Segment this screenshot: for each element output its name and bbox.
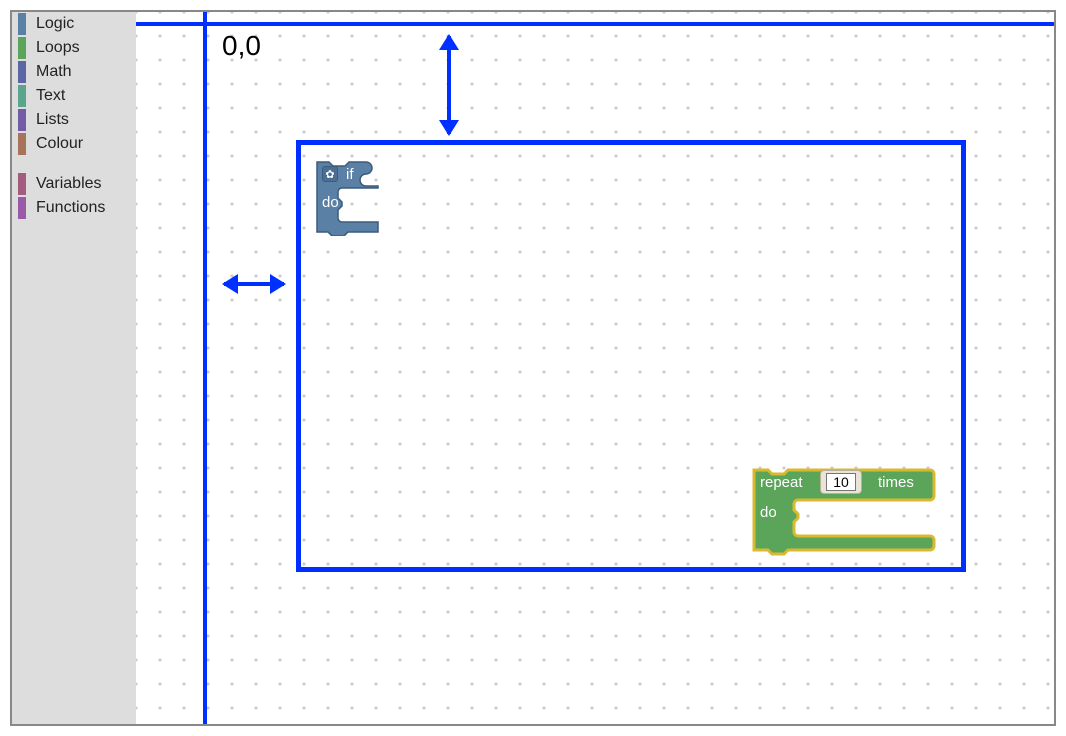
block-repeat-number-shadow [820, 470, 862, 494]
toolbox-label: Colour [36, 135, 83, 153]
origin-label: 0,0 [222, 30, 261, 62]
toolbox-item-logic[interactable]: Logic [12, 12, 136, 36]
block-repeat-count-input[interactable] [826, 473, 856, 491]
toolbox-label: Math [36, 63, 72, 81]
toolbox: Logic Loops Math Text Lists Colour Varia… [12, 12, 136, 724]
app-frame: Logic Loops Math Text Lists Colour Varia… [10, 10, 1056, 726]
toolbox-swatch [18, 133, 26, 155]
block-if-label-if: if [346, 166, 354, 183]
toolbox-item-text[interactable]: Text [12, 84, 136, 108]
block-if[interactable]: ✿ if do [314, 158, 396, 236]
toolbox-swatch [18, 85, 26, 107]
toolbox-item-math[interactable]: Math [12, 60, 136, 84]
toolbox-item-loops[interactable]: Loops [12, 36, 136, 60]
block-if-label-do: do [322, 194, 339, 211]
toolbox-item-lists[interactable]: Lists [12, 108, 136, 132]
toolbox-item-variables[interactable]: Variables [12, 172, 136, 196]
toolbox-item-colour[interactable]: Colour [12, 132, 136, 156]
block-repeat-label-do: do [760, 504, 777, 521]
toolbox-item-functions[interactable]: Functions [12, 196, 136, 220]
toolbox-label: Functions [36, 199, 105, 217]
block-repeat-label-times: times [878, 474, 914, 491]
horizontal-double-arrow-icon [224, 282, 284, 286]
block-repeat[interactable]: repeat times do [750, 464, 934, 556]
workspace[interactable]: 0,0 ✿ if do repeat times do [136, 12, 1054, 724]
toolbox-label: Lists [36, 111, 69, 129]
toolbox-swatch [18, 37, 26, 59]
axis-horizontal [136, 22, 1054, 26]
toolbox-swatch [18, 109, 26, 131]
axis-vertical [203, 12, 207, 724]
gear-icon[interactable]: ✿ [322, 166, 338, 182]
toolbox-label: Text [36, 87, 65, 105]
toolbox-separator [12, 156, 136, 172]
toolbox-label: Logic [36, 15, 74, 33]
vertical-double-arrow-icon [447, 36, 451, 134]
toolbox-swatch [18, 197, 26, 219]
toolbox-swatch [18, 13, 26, 35]
toolbox-swatch [18, 173, 26, 195]
toolbox-label: Loops [36, 39, 80, 57]
block-repeat-label-repeat: repeat [760, 474, 803, 491]
toolbox-label: Variables [36, 175, 102, 193]
toolbox-swatch [18, 61, 26, 83]
